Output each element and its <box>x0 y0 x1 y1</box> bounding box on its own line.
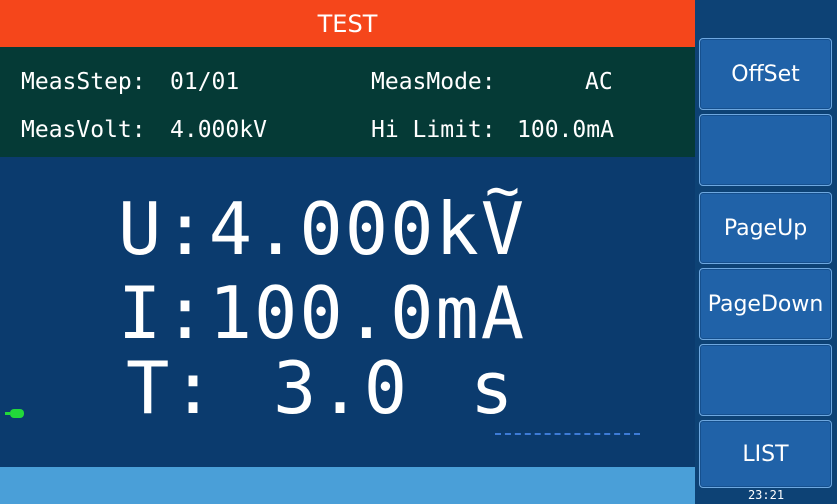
offset-button-label: OffSet <box>731 61 800 87</box>
page-up-button-label: PageUp <box>723 215 808 241</box>
softkey-5-button[interactable] <box>699 344 832 416</box>
current-reading: I:100.0mA <box>118 271 527 355</box>
page-down-button-label: PageDown <box>707 291 824 317</box>
meas-mode-label: MeasMode: <box>371 69 496 95</box>
time-value: 3.0 <box>273 346 410 430</box>
softkey-2-button[interactable] <box>699 114 832 186</box>
test-parameters-panel: MeasStep: 01/01 MeasMode: AC MeasVolt: 4… <box>0 47 695 157</box>
page-down-button[interactable]: PageDown <box>699 268 832 340</box>
meas-step-label: MeasStep: <box>21 69 146 95</box>
offset-button[interactable]: OffSet <box>699 38 832 110</box>
meas-mode-value: AC <box>585 69 613 95</box>
list-button-label: LIST <box>742 441 789 467</box>
status-bar <box>0 467 695 504</box>
time-unit: s <box>470 346 516 430</box>
measurement-display: U:4.000kV I:100.0mA T: 3.0 s <box>0 157 695 467</box>
hi-limit-label: Hi Limit: <box>371 117 496 143</box>
meas-step-value: 01/01 <box>170 69 240 95</box>
clock: 23:21 <box>747 488 785 502</box>
softkey-panel: OffSet PageUp PageDown LIST <box>695 0 837 504</box>
ac-voltage-unit: V <box>481 193 526 265</box>
title-bar: TEST <box>0 0 695 47</box>
page-up-button[interactable]: PageUp <box>699 192 832 264</box>
plug-icon <box>5 409 24 418</box>
voltage-reading: U:4.000kV <box>118 193 526 265</box>
list-button[interactable]: LIST <box>699 420 832 488</box>
voltage-value: U:4.000k <box>118 187 481 271</box>
progress-dashes <box>495 433 640 435</box>
meas-volt-label: MeasVolt: <box>21 117 146 143</box>
page-title: TEST <box>317 9 378 38</box>
meas-volt-value: 4.000kV <box>170 117 267 143</box>
hi-limit-value: 100.0mA <box>517 117 614 143</box>
time-label: T: <box>126 346 217 430</box>
